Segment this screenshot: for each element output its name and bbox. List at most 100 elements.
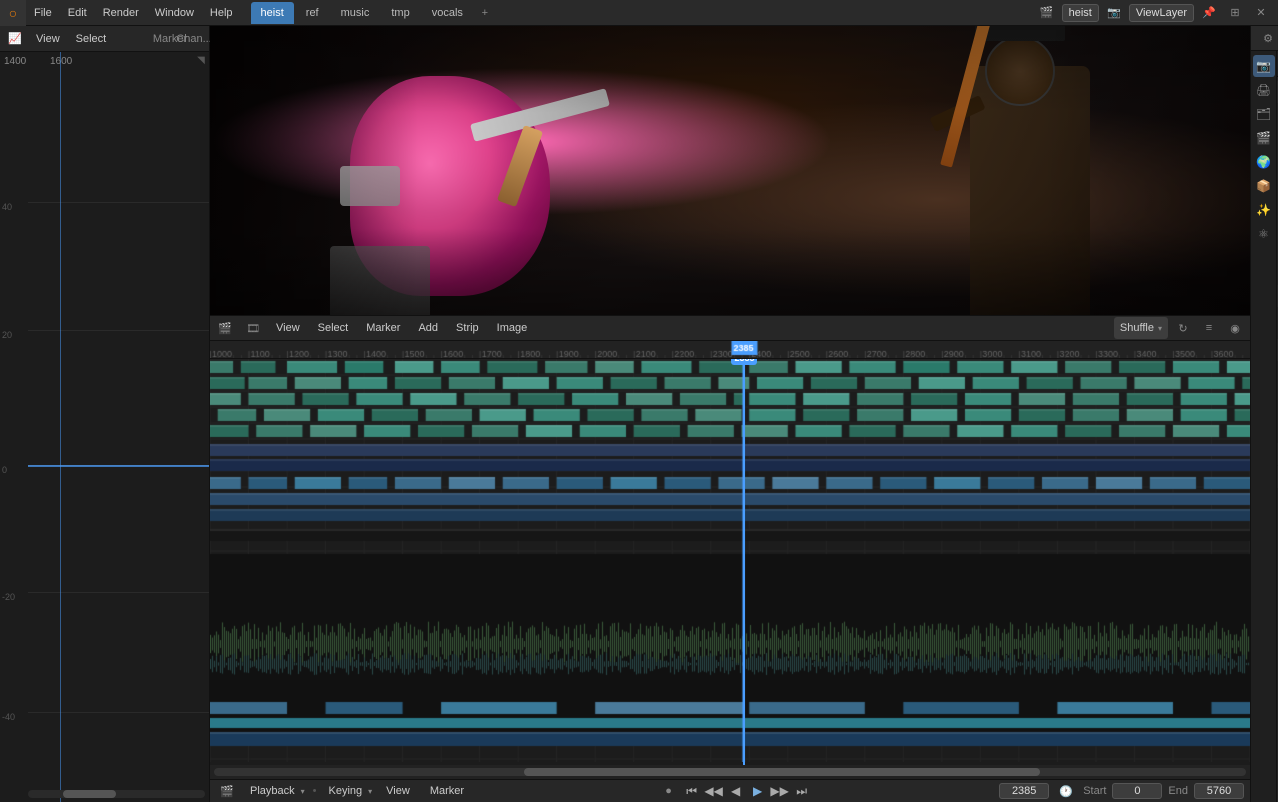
playhead-indicator: ● bbox=[658, 780, 680, 802]
seq-right-controls: Shuffle ▾ ↻ ≡ ◉ bbox=[1114, 317, 1246, 339]
new-window-icon[interactable]: ⊞ bbox=[1224, 2, 1246, 24]
selection-bar bbox=[28, 465, 209, 467]
sequencer-type-icon[interactable]: 🎬 bbox=[214, 317, 236, 339]
clock-icon: 🕐 bbox=[1055, 780, 1077, 802]
channel-menu[interactable]: Chan... bbox=[183, 28, 205, 50]
right-panel: ⚙ ViewLayer 📌 ⊞ 📷 🖨 🗂 🎬 🌍 📦 ✨ ⚛ 🔍 bbox=[1250, 26, 1278, 802]
end-frame-display[interactable]: 5760 bbox=[1194, 783, 1244, 799]
viewlayer-icon: 📷 bbox=[1103, 2, 1125, 24]
seq-view-menu[interactable]: View bbox=[270, 317, 306, 339]
seq-image-menu[interactable]: Image bbox=[491, 317, 534, 339]
props-wrapper: 📷 🖨 🗂 🎬 🌍 📦 ✨ ⚛ 🔍 bbox=[1251, 51, 1278, 802]
seq-marker-menu[interactable]: Marker bbox=[360, 317, 406, 339]
play-button[interactable]: ▶ bbox=[748, 781, 768, 801]
tab-tmp[interactable]: tmp bbox=[381, 2, 419, 24]
jump-to-prev-button[interactable]: ◀◀ bbox=[704, 781, 724, 801]
props-viewlayer-icon[interactable]: 🗂 bbox=[1253, 103, 1275, 125]
grid-label-40: 40 bbox=[2, 202, 12, 212]
bottom-view-menu[interactable]: View bbox=[380, 780, 416, 802]
scrollbar-thumb[interactable] bbox=[524, 768, 1040, 776]
video-preview bbox=[210, 26, 1250, 315]
center-panel: 🎬 🎞 View Select Marker Add Strip Image S… bbox=[210, 26, 1250, 802]
shuffle-dropdown-arrow: ▾ bbox=[1158, 324, 1162, 333]
keying-label[interactable]: Keying bbox=[325, 785, 367, 797]
jump-to-next-button[interactable]: ▶▶ bbox=[770, 781, 790, 801]
shuffle-dropdown[interactable]: Shuffle ▾ bbox=[1114, 317, 1168, 339]
refresh-icon[interactable]: ↻ bbox=[1172, 317, 1194, 339]
sequencer-icon2[interactable]: 🎞 bbox=[242, 317, 264, 339]
scrollbar-track[interactable] bbox=[214, 768, 1246, 776]
play-reverse-button[interactable]: ◀ bbox=[726, 781, 746, 801]
menu-edit[interactable]: Edit bbox=[60, 0, 95, 26]
props-scene-icon[interactable]: 🎬 bbox=[1253, 127, 1275, 149]
editor-type-icon[interactable]: 📈 bbox=[4, 28, 26, 50]
left-panel: 📈 View Select Marker Chan... ◥ 1400 1600… bbox=[0, 26, 210, 802]
playback-label[interactable]: Playback bbox=[246, 785, 299, 797]
props-render-icon[interactable]: 📷 bbox=[1253, 55, 1275, 77]
left-scrollbar-thumb[interactable] bbox=[63, 790, 116, 798]
props-object-icon[interactable]: 📦 bbox=[1253, 175, 1275, 197]
menu-help[interactable]: Help bbox=[202, 0, 241, 26]
props-particles-icon[interactable]: ✨ bbox=[1253, 199, 1275, 221]
grid-line-neg40 bbox=[28, 712, 209, 713]
seq-add-menu[interactable]: Add bbox=[412, 317, 444, 339]
separator-1: • bbox=[313, 785, 317, 797]
timeline-strips-area[interactable]: 2385 bbox=[210, 359, 1250, 765]
frame-info: 2385 🕐 Start 0 End 5760 bbox=[999, 780, 1244, 802]
props-physics-icon[interactable]: ⚛ bbox=[1253, 223, 1275, 245]
timeline-scrollbar[interactable] bbox=[210, 765, 1250, 779]
close-icon[interactable]: ✕ bbox=[1250, 2, 1272, 24]
panel-resize-corner[interactable]: ◥ bbox=[193, 52, 209, 68]
graph-select-menu[interactable]: Select bbox=[70, 28, 113, 50]
menu-render[interactable]: Render bbox=[95, 0, 147, 26]
tab-heist[interactable]: heist bbox=[251, 2, 294, 24]
timeline-ruler bbox=[210, 341, 1250, 359]
menu-items: File Edit Render Window Help bbox=[26, 0, 241, 26]
playhead[interactable]: 2385 bbox=[743, 359, 745, 765]
playback-controls: ● ⏮ ◀◀ ◀ ▶ ▶▶ ⏭ bbox=[658, 780, 812, 802]
playback-dropdown-arrow: ▾ bbox=[301, 787, 305, 796]
seq-select-menu[interactable]: Select bbox=[312, 317, 355, 339]
add-tab-button[interactable]: + bbox=[475, 3, 495, 23]
blender-logo[interactable]: ○ bbox=[0, 0, 26, 26]
end-label: End bbox=[1168, 785, 1188, 797]
bottom-editor-icon[interactable]: 🎬 bbox=[216, 780, 238, 802]
props-icon-strip: 📷 🖨 🗂 🎬 🌍 📦 ✨ ⚛ bbox=[1251, 51, 1277, 802]
menubar: ○ File Edit Render Window Help heist ref… bbox=[0, 0, 1278, 26]
sequencer-area: 🎬 🎞 View Select Marker Add Strip Image S… bbox=[210, 315, 1250, 779]
jump-to-end-button[interactable]: ⏭ bbox=[792, 781, 812, 801]
seq-strip-menu[interactable]: Strip bbox=[450, 317, 485, 339]
cursor-y-label: 1600 bbox=[50, 56, 72, 67]
grid-line-20 bbox=[28, 330, 209, 331]
seq-overlay-icon[interactable]: ◉ bbox=[1224, 317, 1246, 339]
current-frame-display[interactable]: 2385 bbox=[999, 783, 1049, 799]
workspace-tabs: heist ref music tmp vocals + bbox=[251, 2, 495, 24]
jump-to-start-button[interactable]: ⏮ bbox=[682, 781, 702, 801]
cinema-overlay bbox=[210, 26, 1250, 315]
tab-ref[interactable]: ref bbox=[296, 2, 329, 24]
strips-canvas bbox=[210, 359, 1250, 762]
bottom-marker-menu[interactable]: Marker bbox=[424, 780, 470, 802]
graph-view-menu[interactable]: View bbox=[30, 28, 66, 50]
scene-name[interactable]: heist bbox=[1062, 4, 1099, 22]
playhead-marker: 2385 bbox=[731, 359, 757, 365]
tab-vocals[interactable]: vocals bbox=[422, 2, 473, 24]
grid-label-0: 0 bbox=[2, 465, 7, 475]
left-playhead bbox=[60, 52, 61, 802]
left-scrollbar-track[interactable] bbox=[28, 790, 205, 798]
properties-type-icon[interactable]: ⚙ bbox=[1257, 27, 1278, 49]
start-frame-display[interactable]: 0 bbox=[1112, 783, 1162, 799]
left-panel-toolbar: 📈 View Select Marker Chan... bbox=[0, 26, 209, 52]
props-output-icon[interactable]: 🖨 bbox=[1253, 79, 1275, 101]
keying-dropdown-arrow: ▾ bbox=[368, 787, 372, 796]
viewlayer-name[interactable]: ViewLayer bbox=[1129, 4, 1194, 22]
seq-settings-icon[interactable]: ≡ bbox=[1198, 317, 1220, 339]
menu-file[interactable]: File bbox=[26, 0, 60, 26]
grid-label-20: 20 bbox=[2, 330, 12, 340]
menu-window[interactable]: Window bbox=[147, 0, 202, 26]
pin-icon[interactable]: 📌 bbox=[1198, 2, 1220, 24]
playback-mode: Playback ▾ bbox=[246, 785, 305, 797]
props-world-icon[interactable]: 🌍 bbox=[1253, 151, 1275, 173]
tab-music[interactable]: music bbox=[331, 2, 380, 24]
grid-line-neg20 bbox=[28, 592, 209, 593]
